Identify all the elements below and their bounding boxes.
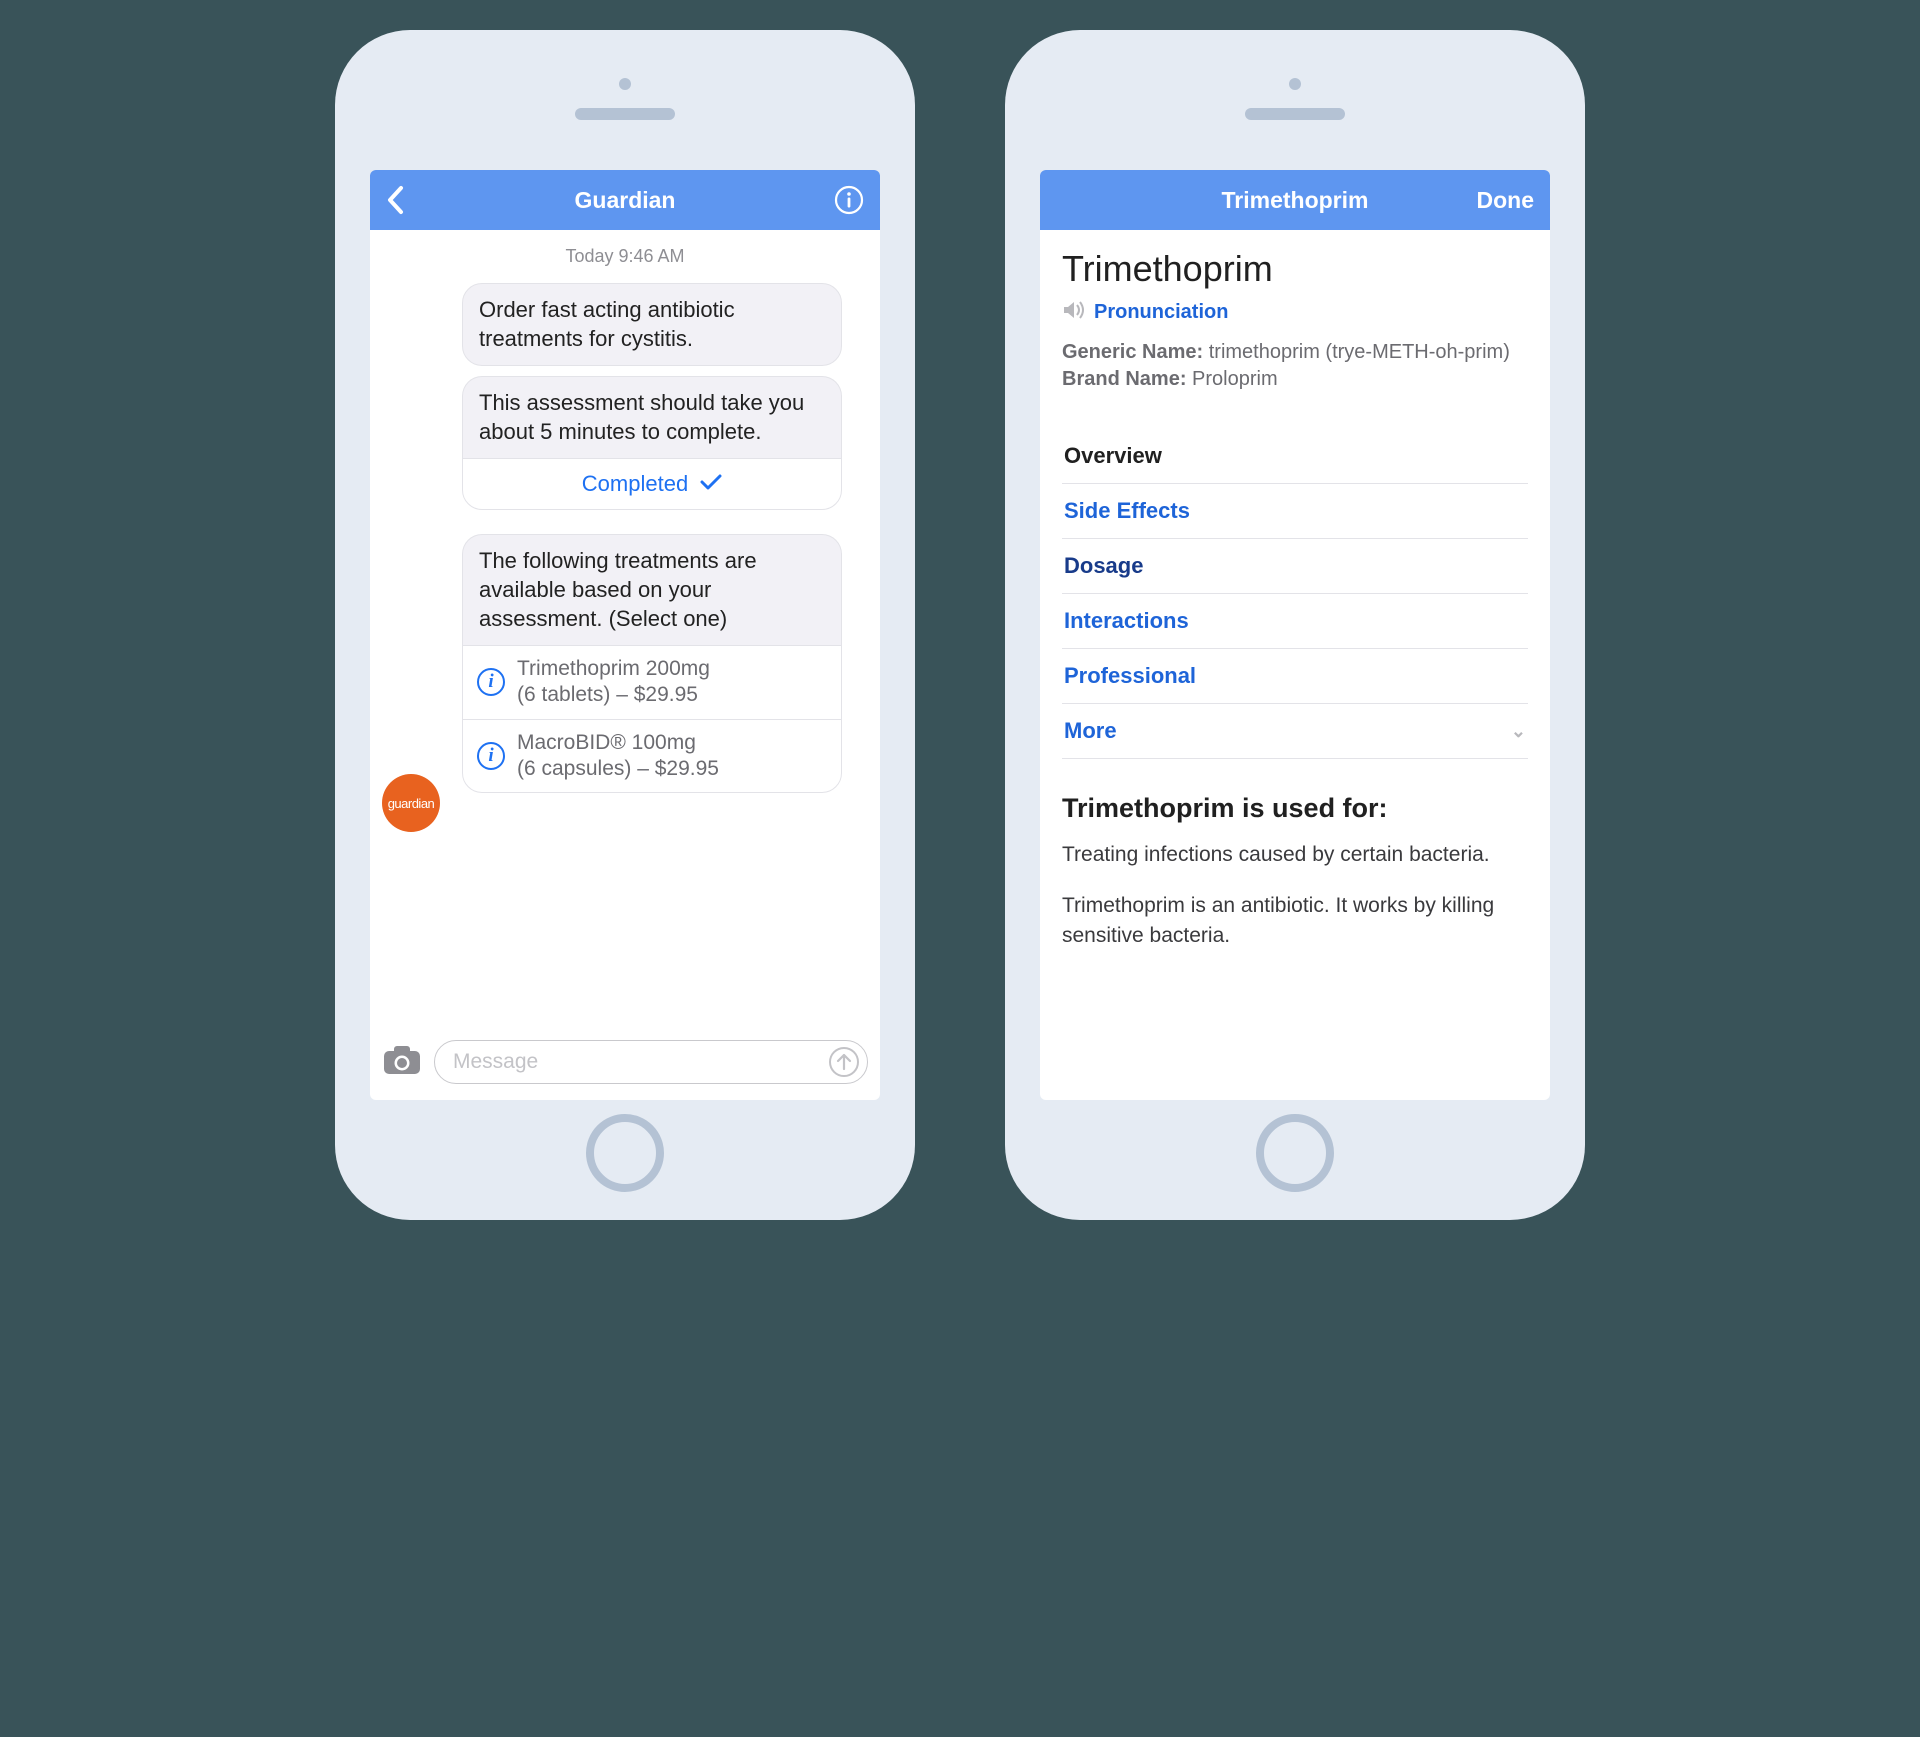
message-input[interactable]: Message: [434, 1040, 868, 1084]
chevron-down-icon: ⌄: [1511, 721, 1526, 742]
option-text: Trimethoprim 200mg(6 tablets) – $29.95: [517, 656, 710, 709]
drug-title: Trimethoprim: [1062, 248, 1528, 290]
home-button[interactable]: [1256, 1114, 1334, 1192]
tab-more[interactable]: More ⌄: [1062, 704, 1528, 759]
pronunciation-link[interactable]: Pronunciation: [1094, 301, 1228, 324]
tab-side-effects[interactable]: Side Effects: [1062, 484, 1528, 539]
body-paragraph: Trimethoprim is an antibiotic. It works …: [1062, 891, 1528, 950]
avatar: guardian: [382, 774, 440, 832]
body-paragraph: Treating infections caused by certain ba…: [1062, 840, 1528, 869]
treatment-option[interactable]: i MacroBID® 100mg(6 capsules) – $29.95: [462, 719, 842, 794]
pronunciation-row[interactable]: Pronunciation: [1062, 300, 1528, 325]
input-bar: Message: [370, 1030, 880, 1100]
speaker-icon: [1062, 300, 1086, 325]
info-icon[interactable]: i: [477, 742, 505, 770]
phone-speaker: [575, 108, 675, 120]
home-button[interactable]: [586, 1114, 664, 1192]
option-text: MacroBID® 100mg(6 capsules) – $29.95: [517, 730, 719, 783]
chat-screen: Guardian Today 9:46 AM Order fast acting…: [370, 170, 880, 1100]
detail-body: Trimethoprim Pronunciation Generic Name:…: [1040, 230, 1550, 1100]
done-button[interactable]: Done: [1477, 187, 1535, 214]
generic-name: Generic Name: trimethoprim (trye-METH-oh…: [1062, 339, 1528, 366]
phone-frame-right: Trimethoprim Done Trimethoprim Pronuncia…: [1005, 30, 1585, 1220]
checkmark-icon: [700, 471, 722, 497]
tab-dosage[interactable]: Dosage: [1062, 539, 1528, 594]
section-heading: Trimethoprim is used for:: [1062, 793, 1528, 824]
phone-speaker: [1245, 108, 1345, 120]
input-placeholder: Message: [453, 1050, 538, 1074]
tab-more-label: More: [1064, 718, 1117, 744]
camera-icon[interactable]: [382, 1044, 422, 1081]
tabs: Overview Side Effects Dosage Interaction…: [1062, 429, 1528, 759]
detail-screen: Trimethoprim Done Trimethoprim Pronuncia…: [1040, 170, 1550, 1100]
brand-name: Brand Name: Proloprim: [1062, 366, 1528, 393]
message-group-2: The following treatments are available b…: [462, 534, 868, 793]
nav-title: Trimethoprim: [1116, 187, 1474, 214]
info-icon[interactable]: [834, 185, 864, 215]
chat-body: Today 9:46 AM Order fast acting antibiot…: [370, 230, 880, 1030]
chat-bubble: Order fast acting antibiotic treatments …: [462, 283, 842, 366]
nav-bar: Guardian: [370, 170, 880, 230]
message-group-1: Order fast acting antibiotic treatments …: [462, 283, 868, 510]
completed-label: Completed: [582, 471, 688, 497]
nav-bar: Trimethoprim Done: [1040, 170, 1550, 230]
avatar-label: guardian: [388, 796, 435, 811]
send-icon[interactable]: [829, 1047, 859, 1077]
chat-bubble: The following treatments are available b…: [462, 534, 842, 645]
tab-overview[interactable]: Overview: [1062, 429, 1528, 484]
treatment-option[interactable]: i Trimethoprim 200mg(6 tablets) – $29.95: [462, 645, 842, 719]
nav-title: Guardian: [446, 187, 804, 214]
completed-row[interactable]: Completed: [462, 458, 842, 510]
info-icon[interactable]: i: [477, 668, 505, 696]
timestamp: Today 9:46 AM: [382, 246, 868, 267]
back-icon[interactable]: [386, 185, 404, 215]
phone-frame-left: Guardian Today 9:46 AM Order fast acting…: [335, 30, 915, 1220]
tab-interactions[interactable]: Interactions: [1062, 594, 1528, 649]
tab-professional[interactable]: Professional: [1062, 649, 1528, 704]
chat-bubble: This assessment should take you about 5 …: [462, 376, 842, 458]
